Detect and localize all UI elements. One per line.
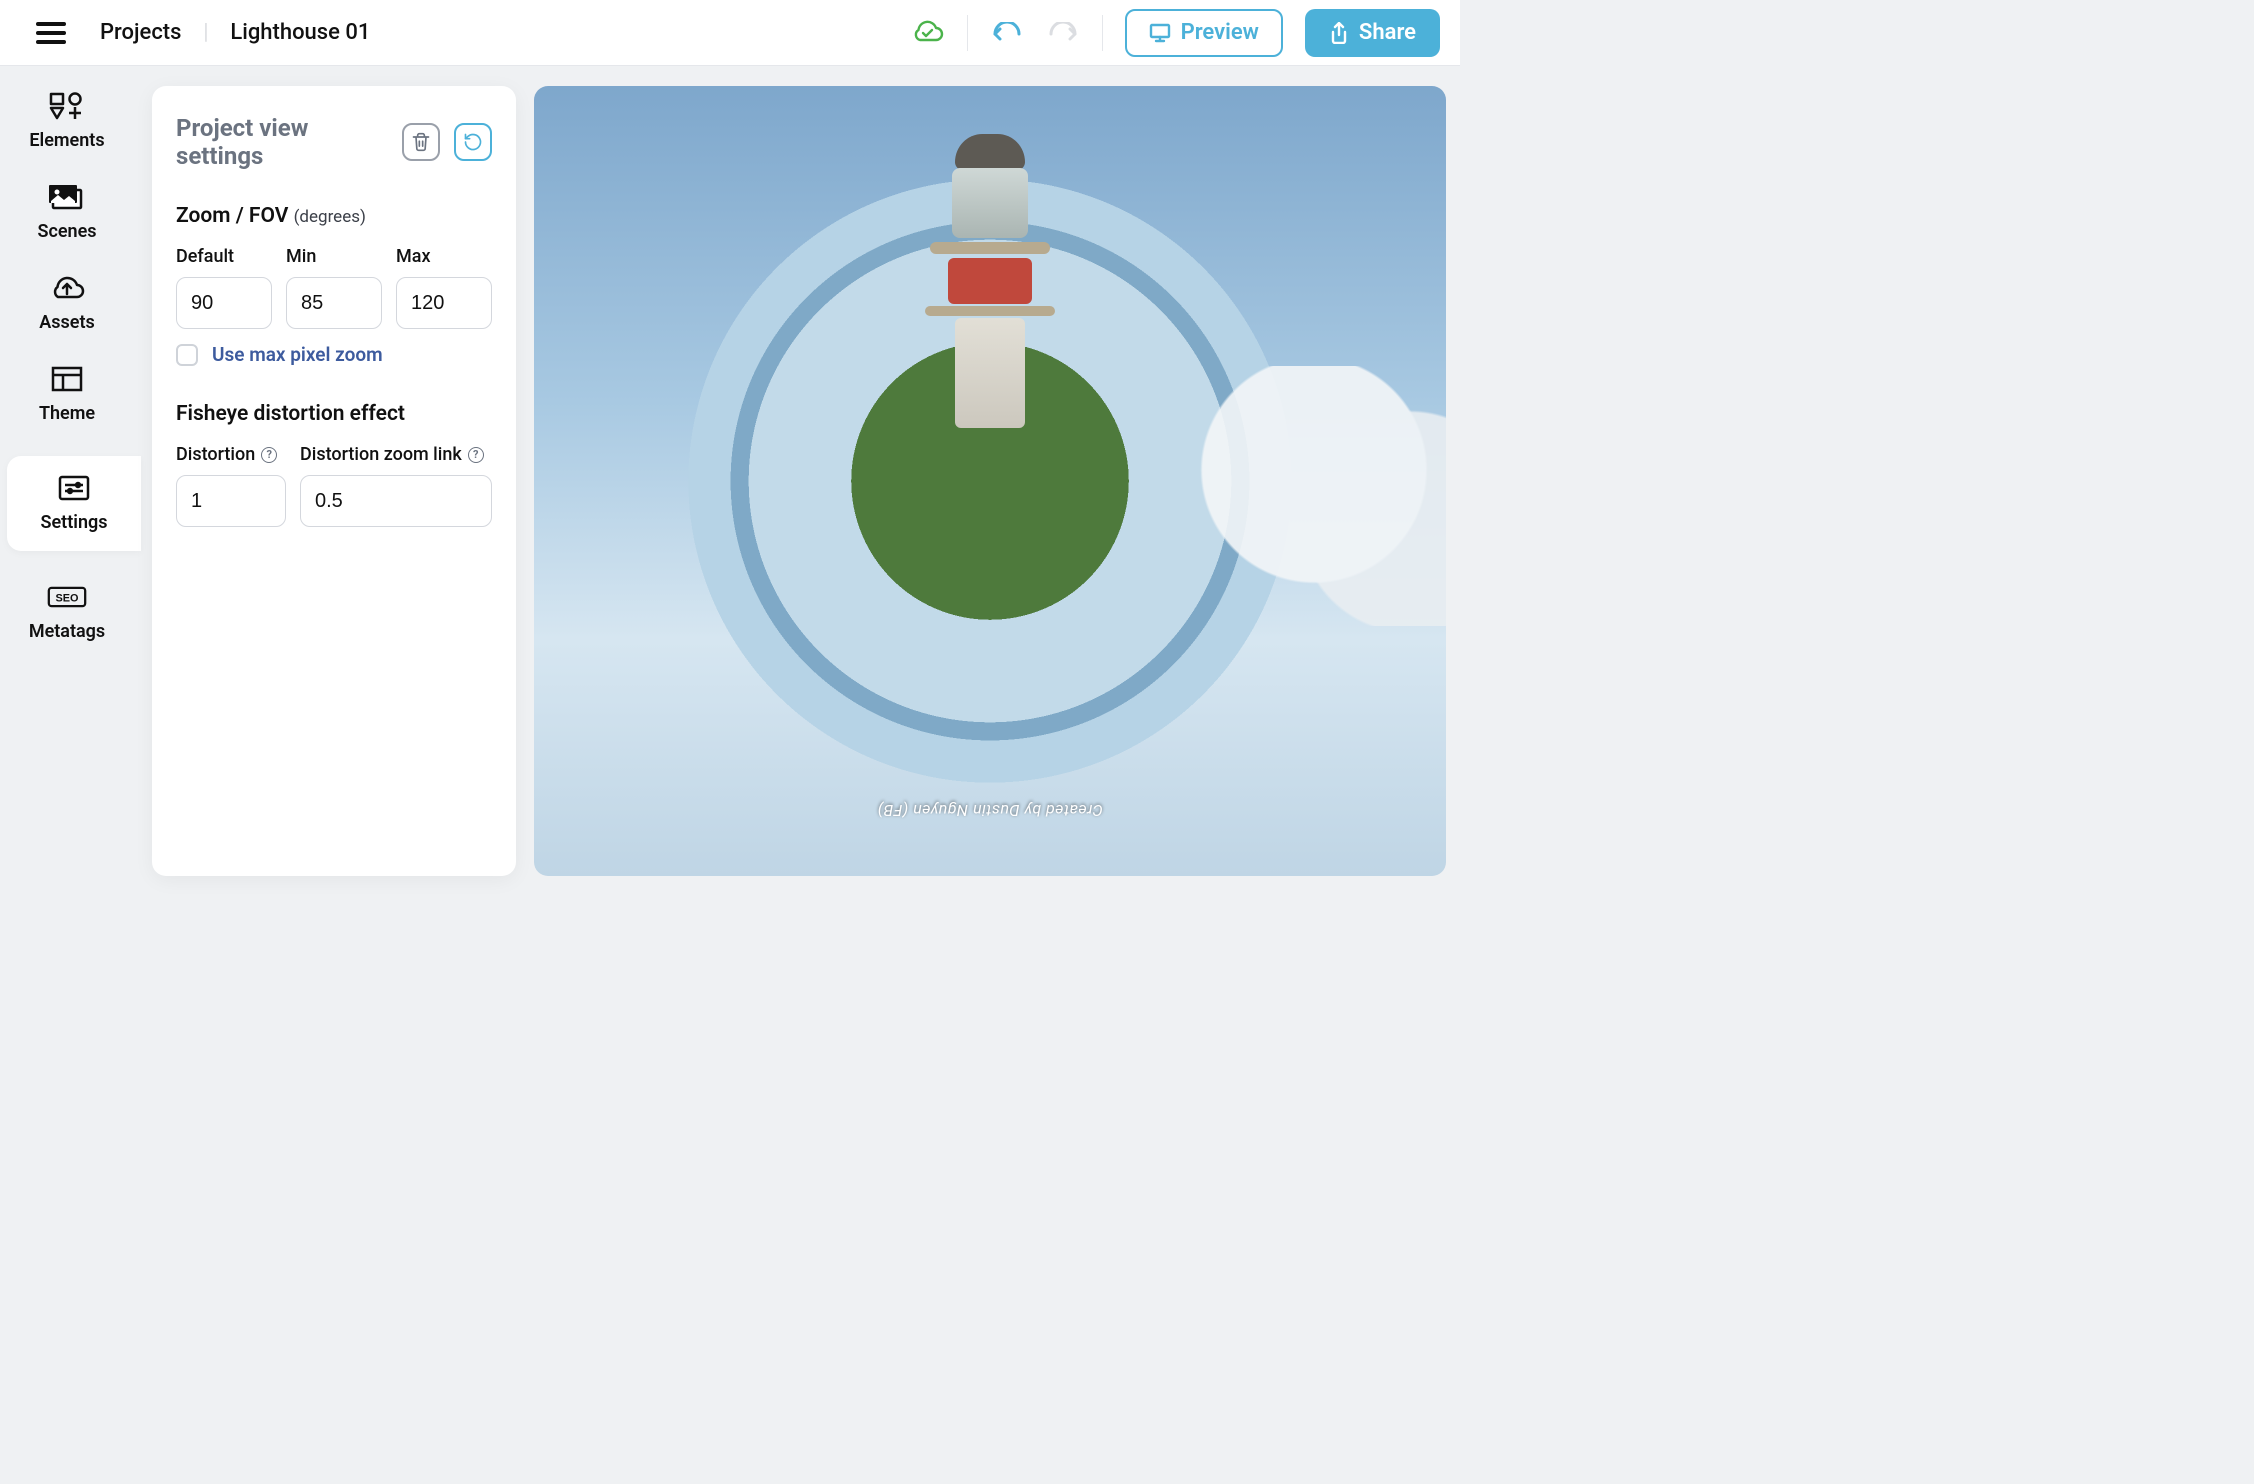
presentation-icon bbox=[1149, 23, 1171, 43]
sidebar-item-settings[interactable]: Settings bbox=[7, 456, 141, 551]
default-fov-label: Default bbox=[176, 246, 272, 267]
distortion-zoomlink-input[interactable] bbox=[300, 475, 492, 527]
breadcrumb-projects[interactable]: Projects bbox=[100, 20, 181, 45]
sidebar-tabs: Elements Scenes Assets bbox=[0, 86, 134, 876]
min-fov-input[interactable] bbox=[286, 277, 382, 329]
undo-icon[interactable] bbox=[990, 16, 1024, 50]
divider bbox=[967, 15, 968, 51]
default-fov-input[interactable] bbox=[176, 277, 272, 329]
images-stack-icon bbox=[47, 183, 87, 211]
cloud-upload-icon bbox=[47, 274, 87, 302]
sidebar-item-theme[interactable]: Theme bbox=[20, 365, 114, 424]
preview-button-label: Preview bbox=[1181, 20, 1259, 45]
sidebar-item-assets[interactable]: Assets bbox=[20, 274, 114, 333]
main-area: Elements Scenes Assets bbox=[0, 66, 1460, 896]
undo-icon bbox=[463, 132, 483, 152]
layout-icon bbox=[47, 365, 87, 393]
breadcrumb: Projects | Lighthouse 01 bbox=[100, 20, 370, 45]
svg-text:SEO: SEO bbox=[56, 593, 80, 605]
sliders-icon bbox=[54, 474, 94, 502]
preview-button[interactable]: Preview bbox=[1125, 9, 1283, 57]
sidebar-item-scenes[interactable]: Scenes bbox=[20, 183, 114, 242]
breadcrumb-current-project[interactable]: Lighthouse 01 bbox=[230, 20, 370, 45]
lighthouse-graphic bbox=[920, 134, 1060, 428]
distortion-zoomlink-label: Distortion zoom link ? bbox=[300, 444, 492, 465]
breadcrumb-separator: | bbox=[203, 20, 208, 45]
delete-button[interactable] bbox=[402, 123, 440, 161]
credit-text: Created by Dustin Nguyen (FB) bbox=[877, 801, 1103, 820]
share-button[interactable]: Share bbox=[1305, 9, 1440, 57]
share-icon bbox=[1329, 22, 1349, 44]
max-fov-input[interactable] bbox=[396, 277, 492, 329]
distortion-label: Distortion ? bbox=[176, 444, 286, 465]
sidebar-item-label: Scenes bbox=[37, 221, 96, 242]
trash-icon bbox=[411, 132, 431, 152]
panel-header: Project view settings bbox=[176, 114, 492, 170]
preview-viewport[interactable]: Created by Dustin Nguyen (FB) bbox=[534, 86, 1446, 876]
max-pixel-zoom-checkbox[interactable] bbox=[176, 344, 198, 366]
reset-button[interactable] bbox=[454, 123, 492, 161]
divider bbox=[1102, 15, 1103, 51]
sidebar-item-label: Elements bbox=[29, 130, 104, 151]
distortion-input[interactable] bbox=[176, 475, 286, 527]
help-icon[interactable]: ? bbox=[261, 447, 277, 463]
sidebar-item-label: Settings bbox=[41, 512, 108, 533]
zoom-section-title: Zoom / FOV (degrees) bbox=[176, 204, 492, 228]
fisheye-section-title: Fisheye distortion effect bbox=[176, 402, 492, 426]
max-pixel-zoom-label: Use max pixel zoom bbox=[212, 343, 383, 366]
sidebar-item-label: Metatags bbox=[29, 621, 105, 642]
shapes-icon bbox=[47, 92, 87, 120]
seo-icon: SEO bbox=[47, 583, 87, 611]
hamburger-menu-icon[interactable] bbox=[36, 22, 66, 44]
cloud-sync-ok-icon[interactable] bbox=[911, 16, 945, 50]
settings-panel: Project view settings Zoom / FOV (degree… bbox=[152, 86, 516, 876]
share-button-label: Share bbox=[1359, 20, 1416, 45]
sidebar-item-label: Assets bbox=[39, 312, 95, 333]
redo-icon[interactable] bbox=[1046, 16, 1080, 50]
panel-title: Project view settings bbox=[176, 114, 388, 170]
sidebar-item-elements[interactable]: Elements bbox=[20, 92, 114, 151]
help-icon[interactable]: ? bbox=[468, 447, 484, 463]
header-toolbar: Projects | Lighthouse 01 Pre bbox=[0, 0, 1460, 66]
max-fov-label: Max bbox=[396, 246, 492, 267]
min-fov-label: Min bbox=[286, 246, 382, 267]
sidebar-item-label: Theme bbox=[39, 403, 95, 424]
header-actions: Preview Share bbox=[911, 9, 1440, 57]
sidebar-item-metatags[interactable]: SEO Metatags bbox=[20, 583, 114, 642]
